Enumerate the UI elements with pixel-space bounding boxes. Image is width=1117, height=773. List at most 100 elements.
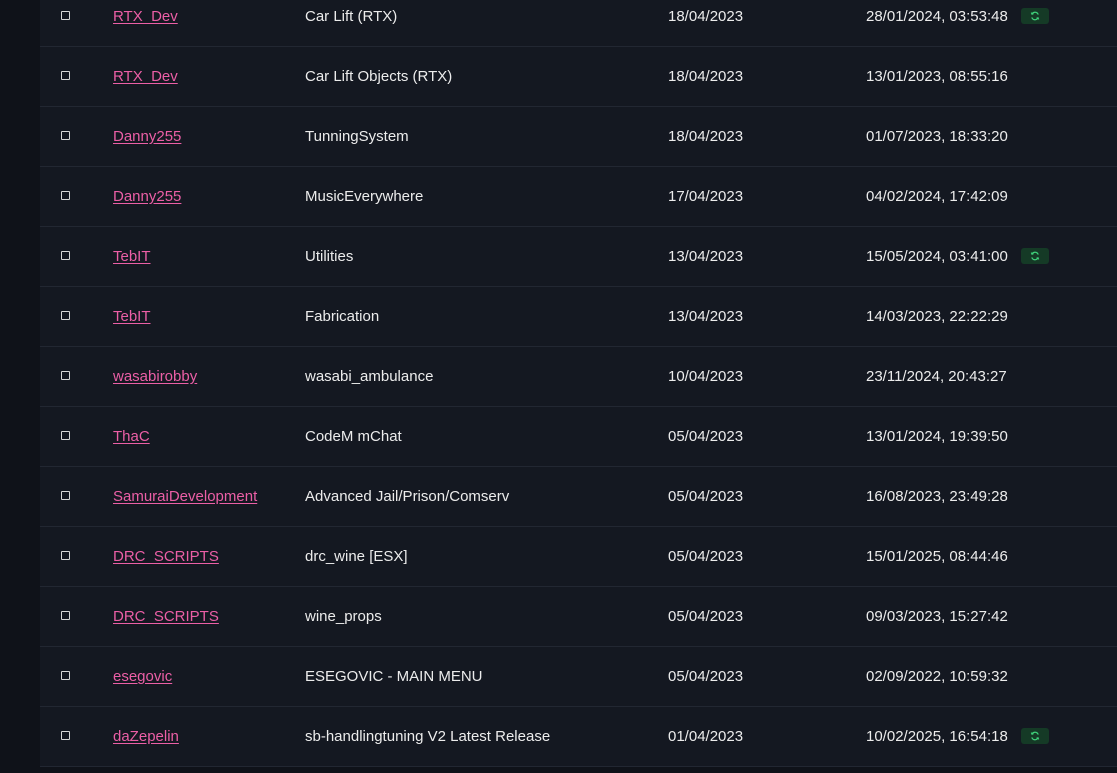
table-row: wasabirobby wasabi_ambulance 10/04/2023 23/…: [40, 347, 1117, 407]
update-badge[interactable]: [1020, 727, 1049, 744]
resource-name: wasabi_ambulance: [305, 368, 434, 385]
author-link[interactable]: DRC_SCRIPTS: [113, 548, 219, 565]
resource-name: TunningSystem: [305, 128, 409, 145]
updated-timestamp: 09/03/2023, 15:27:42: [866, 608, 1008, 625]
row-checkbox-cell: [61, 527, 81, 587]
row-checkbox[interactable]: [61, 71, 70, 81]
row-checkbox[interactable]: [61, 191, 70, 201]
row-checkbox-cell: [61, 47, 81, 107]
table-row: ThaC CodeM mChat 05/04/2023 13/01/2024, 19:…: [40, 407, 1117, 467]
row-checkbox[interactable]: [61, 131, 70, 141]
author-link[interactable]: TebIT: [113, 308, 151, 325]
resource-name: ESEGOVIC - MAIN MENU: [305, 668, 483, 685]
row-checkbox-cell: [61, 647, 81, 707]
row-checkbox-cell: [61, 107, 81, 167]
created-date: 13/04/2023: [668, 248, 744, 265]
row-checkbox[interactable]: [61, 11, 70, 21]
resource-name: Utilities: [305, 248, 354, 265]
author-link[interactable]: SamuraiDevelopment: [113, 488, 257, 505]
resource-name: Car Lift Objects (RTX): [305, 68, 453, 85]
update-badge[interactable]: [1020, 7, 1049, 24]
updated-cell: 15/05/2024, 03:41:00: [866, 227, 1049, 287]
author-cell: DRC_SCRIPTS: [113, 587, 219, 647]
row-checkbox[interactable]: [61, 251, 70, 261]
row-checkbox[interactable]: [61, 611, 70, 621]
updated-timestamp: 01/07/2023, 18:33:20: [866, 128, 1008, 145]
created-date: 18/04/2023: [668, 128, 744, 145]
updated-timestamp: 16/08/2023, 23:49:28: [866, 488, 1008, 505]
updated-cell: 01/07/2023, 18:33:20: [866, 107, 1008, 167]
author-cell: Danny255: [113, 167, 181, 227]
author-cell: ThaC: [113, 407, 150, 467]
row-checkbox[interactable]: [61, 371, 70, 381]
created-date: 05/04/2023: [668, 548, 744, 565]
row-checkbox-cell: [61, 287, 81, 347]
row-checkbox[interactable]: [61, 491, 70, 501]
row-checkbox[interactable]: [61, 431, 70, 441]
updated-cell: 14/03/2023, 22:22:29: [866, 287, 1008, 347]
author-link[interactable]: RTX_Dev: [113, 68, 178, 85]
created-date: 01/04/2023: [668, 728, 744, 745]
row-checkbox-cell: [61, 587, 81, 647]
updated-timestamp: 15/05/2024, 03:41:00: [866, 248, 1008, 265]
table-row: DRC_SCRIPTS wine_props 05/04/2023 09/03/202…: [40, 587, 1117, 647]
author-cell: TebIT: [113, 287, 151, 347]
resource-table: RTX_Dev Car Lift (RTX) 18/04/2023 28/01/202…: [40, 0, 1117, 767]
updated-timestamp: 10/02/2025, 16:54:18: [866, 728, 1008, 745]
refresh-icon: [1030, 11, 1040, 20]
table-row: TebIT Fabrication 13/04/2023 14/03/2023, 22…: [40, 287, 1117, 347]
updated-timestamp: 04/02/2024, 17:42:09: [866, 188, 1008, 205]
table-row: RTX_Dev Car Lift Objects (RTX) 18/04/2023 1…: [40, 47, 1117, 107]
author-link[interactable]: daZepelin: [113, 728, 179, 745]
row-checkbox[interactable]: [61, 731, 70, 741]
page: RTX_Dev Car Lift (RTX) 18/04/2023 28/01/202…: [0, 0, 1117, 773]
author-link[interactable]: TebIT: [113, 248, 151, 265]
created-date: 05/04/2023: [668, 428, 744, 445]
author-cell: SamuraiDevelopment: [113, 467, 257, 527]
author-cell: RTX_Dev: [113, 0, 178, 47]
author-link[interactable]: esegovic: [113, 668, 172, 685]
resource-name: Fabrication: [305, 308, 380, 325]
resource-name: sb-handlingtuning V2 Latest Release: [305, 728, 551, 745]
author-cell: wasabirobby: [113, 347, 197, 407]
resource-name: drc_wine [ESX]: [305, 548, 408, 565]
created-date: 05/04/2023: [668, 608, 744, 625]
resource-name: wine_props: [305, 608, 382, 625]
resource-name: CodeM mChat: [305, 428, 402, 445]
created-date: 05/04/2023: [668, 668, 744, 685]
author-link[interactable]: Danny255: [113, 128, 181, 145]
created-date: 13/04/2023: [668, 308, 744, 325]
author-link[interactable]: ThaC: [113, 428, 150, 445]
row-checkbox[interactable]: [61, 311, 70, 321]
refresh-icon: [1030, 731, 1040, 740]
author-link[interactable]: Danny255: [113, 188, 181, 205]
row-checkbox[interactable]: [61, 671, 70, 681]
resource-name: Advanced Jail/Prison/Comserv: [305, 488, 510, 505]
updated-cell: 23/11/2024, 20:43:27: [866, 347, 1007, 407]
row-checkbox-cell: [61, 167, 81, 227]
row-checkbox-cell: [61, 407, 81, 467]
updated-timestamp: 13/01/2024, 19:39:50: [866, 428, 1008, 445]
author-link[interactable]: RTX_Dev: [113, 8, 178, 25]
updated-timestamp: 23/11/2024, 20:43:27: [866, 368, 1007, 385]
resource-name: MusicEverywhere: [305, 188, 424, 205]
author-link[interactable]: DRC_SCRIPTS: [113, 608, 219, 625]
updated-cell: 04/02/2024, 17:42:09: [866, 167, 1008, 227]
row-checkbox[interactable]: [61, 551, 70, 561]
updated-cell: 02/09/2022, 10:59:32: [866, 647, 1008, 707]
updated-timestamp: 02/09/2022, 10:59:32: [866, 668, 1008, 685]
author-cell: Danny255: [113, 107, 181, 167]
row-checkbox-cell: [61, 227, 81, 287]
update-badge[interactable]: [1020, 247, 1049, 264]
updated-timestamp: 14/03/2023, 22:22:29: [866, 308, 1008, 325]
author-cell: RTX_Dev: [113, 47, 178, 107]
updated-timestamp: 15/01/2025, 08:44:46: [866, 548, 1008, 565]
table-row: Danny255 TunningSystem 18/04/2023 01/07/202…: [40, 107, 1117, 167]
row-checkbox-cell: [61, 347, 81, 407]
updated-cell: 13/01/2024, 19:39:50: [866, 407, 1008, 467]
updated-cell: 16/08/2023, 23:49:28: [866, 467, 1008, 527]
author-link[interactable]: wasabirobby: [113, 368, 197, 385]
created-date: 05/04/2023: [668, 488, 744, 505]
row-checkbox-cell: [61, 707, 81, 767]
row-checkbox-cell: [61, 0, 81, 47]
